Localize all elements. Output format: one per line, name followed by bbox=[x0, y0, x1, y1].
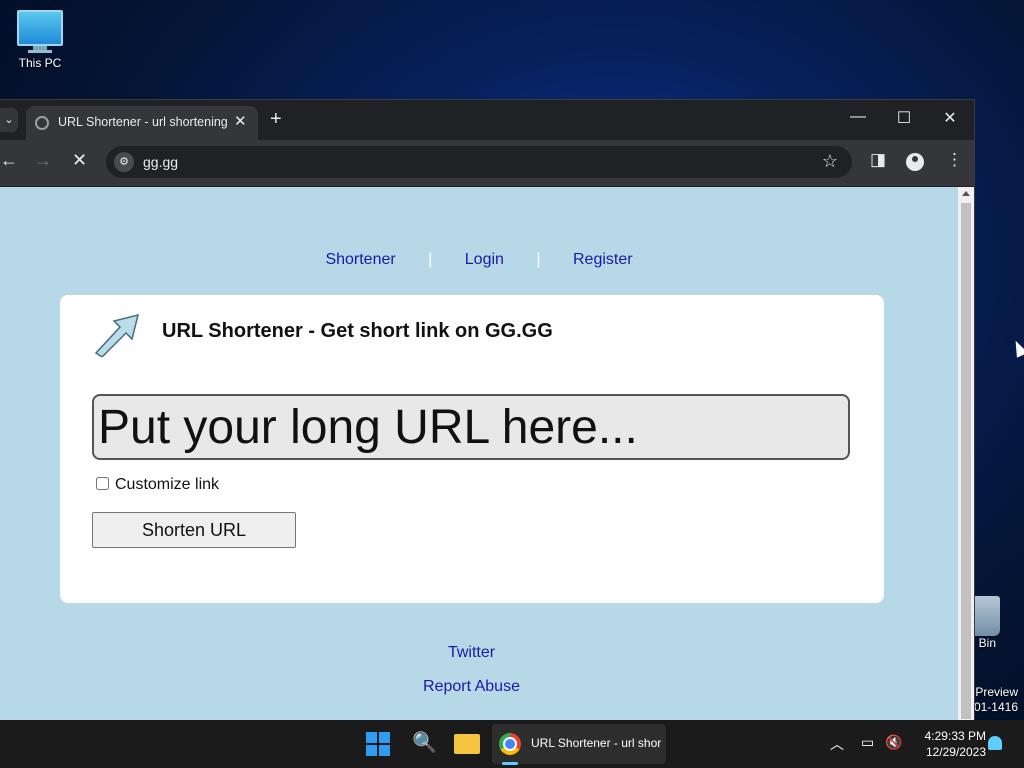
monitor-icon bbox=[17, 10, 63, 46]
shortener-card: URL Shortener - Get short link on GG.GG … bbox=[60, 295, 884, 603]
stop-loading-button[interactable]: ✕ bbox=[72, 150, 87, 171]
minimize-button[interactable]: — bbox=[843, 108, 873, 126]
volume-muted-icon[interactable]: 🔇 bbox=[885, 734, 902, 751]
browser-window: ⌄ URL Shortener - url shortening ✕ + — ☐… bbox=[0, 99, 975, 722]
profile-avatar-icon[interactable] bbox=[906, 153, 924, 171]
customize-link-checkbox[interactable] bbox=[96, 477, 109, 490]
nav-separator: | bbox=[428, 251, 433, 268]
back-button[interactable]: ← bbox=[0, 150, 18, 171]
taskbar-search-icon[interactable]: 🔍 bbox=[412, 730, 437, 755]
customize-link-option[interactable]: Customize link bbox=[94, 476, 219, 494]
tray-chevron-icon[interactable]: ︿ bbox=[830, 734, 844, 754]
tab-title: URL Shortener - url shortening bbox=[58, 115, 228, 129]
loading-favicon-icon bbox=[35, 116, 49, 130]
tab-strip: ⌄ URL Shortener - url shortening ✕ + — ☐… bbox=[0, 100, 974, 140]
tab-url-shortener[interactable]: URL Shortener - url shortening ✕ bbox=[26, 106, 258, 140]
clock-time: 4:29:33 PM bbox=[924, 729, 986, 743]
nav-register-link[interactable]: Register bbox=[573, 251, 633, 268]
tab-close-icon[interactable]: ✕ bbox=[234, 112, 247, 130]
long-url-input[interactable] bbox=[92, 394, 850, 460]
scroll-thumb[interactable] bbox=[961, 203, 971, 719]
footer-twitter: Twitter bbox=[0, 644, 943, 662]
scroll-up-arrow-icon[interactable] bbox=[962, 191, 970, 196]
forward-button[interactable]: → bbox=[34, 150, 52, 171]
site-info-icon[interactable]: ⚙ bbox=[114, 152, 134, 172]
start-windows-icon[interactable] bbox=[366, 732, 390, 756]
browser-toolbar: ← → ✕ ⚙ gg.gg ☆ ◨ ⋮ bbox=[0, 140, 974, 186]
close-window-button[interactable]: ✕ bbox=[935, 108, 965, 128]
clock-date: 12/29/2023 bbox=[925, 745, 986, 759]
address-bar[interactable]: ⚙ gg.gg ☆ bbox=[106, 146, 852, 178]
arrow-logo-icon bbox=[94, 313, 140, 357]
customize-link-label: Customize link bbox=[115, 476, 220, 493]
taskbar: 🔍 URL Shortener - url shortening ︿ ▭ 🔇 4… bbox=[0, 720, 1024, 768]
chrome-icon bbox=[499, 733, 521, 755]
notification-bell-icon[interactable] bbox=[988, 736, 1002, 750]
maximize-button[interactable]: ☐ bbox=[889, 108, 919, 128]
page-title: URL Shortener - Get short link on GG.GG bbox=[162, 320, 553, 342]
nav-shortener-link[interactable]: Shortener bbox=[325, 251, 395, 268]
top-nav: Shortener | Login | Register bbox=[0, 251, 958, 269]
new-tab-button[interactable]: + bbox=[270, 108, 282, 131]
twitter-link[interactable]: Twitter bbox=[448, 644, 495, 661]
this-pc-desktop-icon[interactable]: This PC bbox=[12, 10, 68, 70]
tab-search-chevron-icon[interactable]: ⌄ bbox=[0, 108, 18, 132]
footer-report-abuse: Report Abuse bbox=[0, 678, 943, 696]
side-panel-icon[interactable]: ◨ bbox=[870, 150, 886, 170]
report-abuse-link[interactable]: Report Abuse bbox=[423, 678, 520, 695]
network-icon[interactable]: ▭ bbox=[861, 734, 874, 751]
page-scrollbar[interactable] bbox=[958, 187, 974, 721]
nav-login-link[interactable]: Login bbox=[465, 251, 504, 268]
bookmark-star-icon[interactable]: ☆ bbox=[822, 151, 838, 172]
nav-separator: | bbox=[536, 251, 541, 268]
mouse-cursor-icon bbox=[1010, 338, 1024, 358]
taskbar-chrome-app[interactable]: URL Shortener - url shortening bbox=[492, 724, 666, 765]
system-clock[interactable]: 4:29:33 PM 12/29/2023 bbox=[906, 728, 986, 760]
taskbar-app-label: URL Shortener - url shortening bbox=[531, 736, 661, 750]
address-text[interactable]: gg.gg bbox=[143, 154, 178, 170]
this-pc-label: This PC bbox=[18, 56, 62, 70]
page-viewport: Shortener | Login | Register URL Shorten… bbox=[0, 187, 958, 721]
file-explorer-folder-icon[interactable] bbox=[454, 734, 480, 754]
browser-menu-icon[interactable]: ⋮ bbox=[946, 150, 963, 170]
shorten-url-button[interactable]: Shorten URL bbox=[92, 512, 296, 548]
active-app-indicator bbox=[502, 762, 518, 765]
